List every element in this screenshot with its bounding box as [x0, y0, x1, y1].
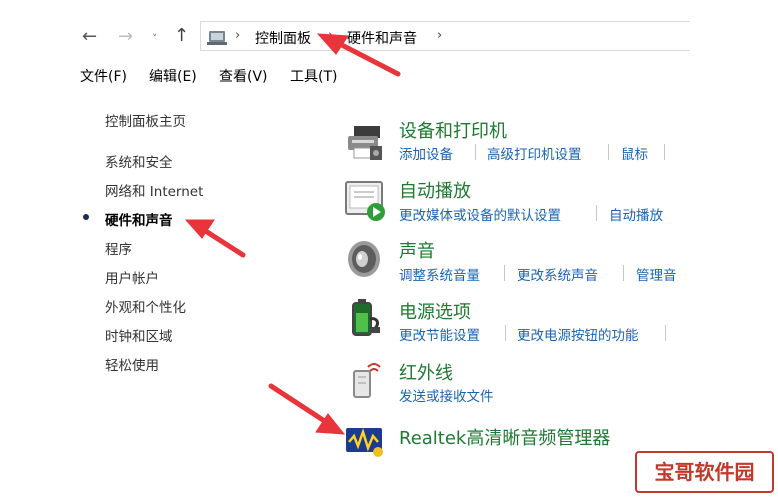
- sidebar-item-programs[interactable]: 程序: [105, 238, 132, 258]
- link-separator: [623, 265, 624, 281]
- breadcrumb-separator: ›: [328, 28, 334, 43]
- link-autoplay[interactable]: 自动播放: [609, 204, 663, 224]
- category-devices-printers[interactable]: 设备和打印机: [399, 117, 507, 143]
- sidebar-item-appearance[interactable]: 外观和个性化: [105, 296, 186, 316]
- link-advanced-printer-setup[interactable]: 高级打印机设置: [487, 143, 582, 163]
- watermark-logo: 宝哥软件园: [635, 451, 774, 493]
- sidebar-item-system-security[interactable]: 系统和安全: [105, 151, 173, 171]
- autoplay-icon[interactable]: [344, 180, 386, 222]
- link-change-system-sounds[interactable]: 更改系统声音: [517, 264, 598, 284]
- sidebar-item-clock-region[interactable]: 时钟和区域: [105, 325, 173, 345]
- breadcrumb-control-panel[interactable]: 控制面板: [255, 28, 311, 48]
- sidebar-item-ease-of-access[interactable]: 轻松使用: [105, 354, 159, 374]
- up-button[interactable]: ↑: [174, 26, 189, 46]
- link-separator: [665, 325, 666, 341]
- sidebar-item-network[interactable]: 网络和 Internet: [105, 180, 203, 200]
- link-separator: [505, 325, 506, 341]
- back-button[interactable]: ←: [82, 27, 97, 47]
- arrow-head: [315, 413, 346, 435]
- menu-view[interactable]: 查看(V): [219, 66, 268, 86]
- sidebar-item-hardware-sound[interactable]: 硬件和声音: [105, 209, 173, 229]
- link-separator: [475, 144, 476, 160]
- link-change-power-saving[interactable]: 更改节能设置: [399, 324, 480, 344]
- link-change-default-media[interactable]: 更改媒体或设备的默认设置: [399, 204, 561, 224]
- link-mouse[interactable]: 鼠标: [621, 143, 648, 163]
- menu-file[interactable]: 文件(F): [80, 66, 127, 86]
- link-add-device[interactable]: 添加设备: [399, 143, 453, 163]
- category-sound[interactable]: 声音: [399, 237, 435, 263]
- link-separator: [596, 205, 597, 221]
- link-send-receive-files[interactable]: 发送或接收文件: [399, 385, 494, 405]
- sidebar-home-link[interactable]: 控制面板主页: [105, 110, 186, 130]
- control-panel-icon: [207, 31, 227, 45]
- link-power-button-function[interactable]: 更改电源按钮的功能: [517, 324, 639, 344]
- sidebar-item-user-accounts[interactable]: 用户帐户: [105, 267, 159, 287]
- link-separator: [608, 144, 609, 160]
- category-power-options[interactable]: 电源选项: [399, 298, 471, 324]
- arrow-head: [184, 219, 215, 239]
- link-adjust-volume[interactable]: 调整系统音量: [399, 264, 480, 284]
- link-separator: [504, 265, 505, 281]
- breadcrumb-separator[interactable]: ›: [437, 28, 442, 43]
- recent-locations-dropdown[interactable]: ˅: [152, 29, 158, 49]
- arrow-to-realtek: [268, 383, 329, 425]
- link-manage-audio[interactable]: 管理音: [636, 264, 677, 284]
- realtek-icon[interactable]: [344, 420, 386, 462]
- category-realtek-audio-manager[interactable]: Realtek高清晰音频管理器: [399, 424, 610, 450]
- breadcrumb-hardware-sound[interactable]: 硬件和声音: [347, 28, 417, 48]
- address-bar[interactable]: › 控制面板 › 硬件和声音 ›: [200, 21, 690, 51]
- category-infrared[interactable]: 红外线: [399, 359, 453, 385]
- arrow-to-sidebar: [201, 227, 246, 258]
- link-separator: [664, 144, 665, 160]
- menu-edit[interactable]: 编辑(E): [149, 66, 197, 86]
- category-autoplay[interactable]: 自动播放: [399, 177, 471, 203]
- active-bullet: [83, 214, 89, 220]
- forward-button[interactable]: →: [118, 27, 133, 47]
- printer-icon[interactable]: [344, 122, 386, 164]
- speaker-icon[interactable]: [344, 238, 386, 280]
- infrared-icon[interactable]: [344, 357, 386, 399]
- battery-icon[interactable]: [344, 297, 386, 339]
- breadcrumb-separator: ›: [235, 28, 241, 43]
- menu-tools[interactable]: 工具(T): [290, 66, 337, 86]
